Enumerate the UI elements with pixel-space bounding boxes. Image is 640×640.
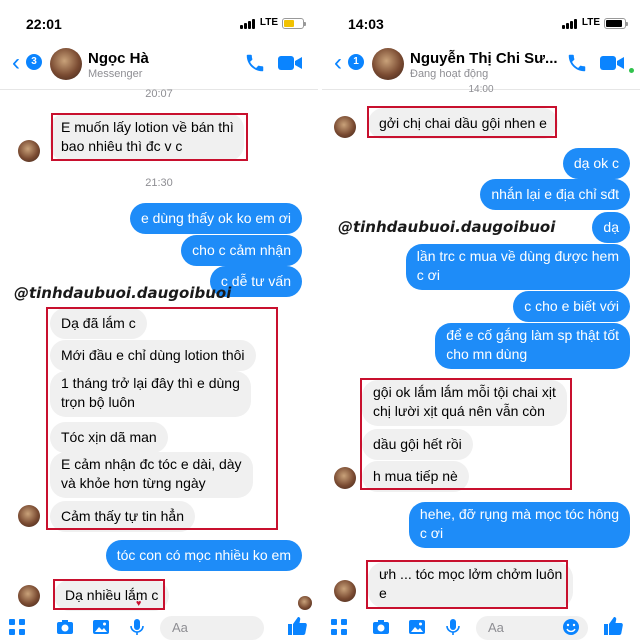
grid-icon[interactable]	[8, 618, 26, 636]
video-icon[interactable]	[278, 54, 302, 72]
mic-icon[interactable]	[128, 618, 146, 636]
message-composer: Aa	[322, 612, 640, 640]
message-text: cho mn dùng	[446, 346, 528, 362]
message-bubble-outgoing: dạ	[592, 212, 630, 243]
status-time: 22:01	[26, 16, 62, 32]
message-text: c ơi	[416, 267, 440, 283]
grid-icon[interactable]	[330, 618, 348, 636]
avatar	[18, 585, 40, 607]
watermark: @tinhdaubuoi.daugoibuoi	[14, 284, 232, 302]
chevron-left-icon[interactable]: ‹	[12, 51, 20, 75]
left-chat-screenshot: 22:01 LTE ‹ 3 Ngọc Hà Messenger 20:07 E …	[0, 0, 318, 640]
seen-avatar	[298, 596, 312, 610]
message-text: lần trc c mua về dùng được hem	[416, 248, 619, 264]
phone-icon[interactable]	[244, 52, 266, 74]
message-text: c ơi	[419, 525, 444, 541]
timestamp: 21:30	[145, 177, 173, 189]
phone-icon[interactable]	[566, 52, 588, 74]
message-text: hehe, đỡ rụng mà mọc tóc hông	[419, 506, 619, 522]
timestamp: 20:07	[145, 88, 173, 100]
conversation-header: ‹ 3 Ngọc Hà Messenger	[0, 40, 318, 90]
avatar	[334, 580, 356, 602]
message-composer: Aa	[0, 612, 318, 640]
avatar[interactable]	[372, 48, 404, 80]
highlight-box	[360, 378, 572, 490]
contact-subtitle: Messenger	[88, 68, 143, 80]
watermark: @tinhdaubuoi.daugoibuoi	[338, 218, 556, 236]
highlight-box	[366, 560, 568, 609]
timestamp: 14:00	[468, 84, 494, 95]
contact-name[interactable]: Nguyễn Thị Chi Sư...	[410, 50, 558, 67]
image-icon[interactable]	[408, 618, 426, 636]
message-bubble-outgoing: để e cố gắng làm sp thật tốt cho mn dùng	[435, 323, 630, 369]
camera-icon[interactable]	[372, 618, 390, 636]
like-icon[interactable]	[602, 615, 624, 637]
right-chat-screenshot: 14:03 LTE ‹ 1 Nguyễn Thị Chi Sư... Đang …	[322, 0, 640, 640]
avatar	[334, 116, 356, 138]
highlight-box	[51, 113, 248, 161]
highlight-box	[53, 579, 165, 610]
message-text: để e cố gắng làm sp thật tốt	[446, 327, 619, 343]
like-icon[interactable]	[286, 615, 308, 637]
network-label: LTE	[259, 17, 278, 28]
unread-badge[interactable]: 1	[348, 54, 364, 70]
highlight-box	[367, 106, 557, 138]
avatar	[334, 467, 356, 489]
mic-icon[interactable]	[444, 618, 462, 636]
status-time: 14:03	[348, 16, 384, 32]
signal-icon	[562, 19, 578, 29]
message-input[interactable]: Aa	[160, 616, 264, 640]
image-icon[interactable]	[92, 618, 110, 636]
avatar[interactable]	[50, 48, 82, 80]
status-bar: 14:03 LTE	[322, 0, 640, 40]
network-label: LTE	[581, 17, 600, 28]
signal-icon	[240, 19, 256, 29]
avatar	[18, 505, 40, 527]
unread-badge[interactable]: 3	[26, 54, 42, 70]
battery-icon	[282, 18, 306, 29]
message-bubble-outgoing: tóc con có mọc nhiều ko em	[105, 540, 302, 571]
message-bubble-outgoing: nhắn lại e địa chỉ sđt	[480, 179, 630, 210]
message-bubble-outgoing: hehe, đỡ rụng mà mọc tóc hông c ơi	[408, 502, 630, 548]
camera-icon[interactable]	[56, 618, 74, 636]
conversation-header: ‹ 1 Nguyễn Thị Chi Sư... Đang hoạt động	[322, 40, 640, 90]
video-icon[interactable]	[600, 54, 624, 72]
battery-icon	[604, 18, 628, 29]
message-bubble-outgoing: c cho e biết với	[513, 291, 630, 322]
message-bubble-outgoing: e dùng thấy ok ko em ơi	[129, 203, 302, 234]
chevron-left-icon[interactable]: ‹	[334, 51, 342, 75]
emoji-icon[interactable]	[562, 618, 580, 636]
message-bubble-outgoing: lần trc c mua về dùng được hem c ơi	[405, 244, 630, 290]
message-bubble-outgoing: dạ ok c	[562, 148, 630, 179]
contact-name[interactable]: Ngọc Hà	[88, 50, 149, 67]
status-bar: 22:01 LTE	[0, 0, 318, 40]
online-dot	[629, 68, 634, 73]
highlight-box	[46, 307, 278, 530]
avatar	[18, 140, 40, 162]
message-bubble-outgoing: cho c cảm nhận	[181, 235, 302, 266]
contact-subtitle: Đang hoạt động	[410, 68, 489, 80]
